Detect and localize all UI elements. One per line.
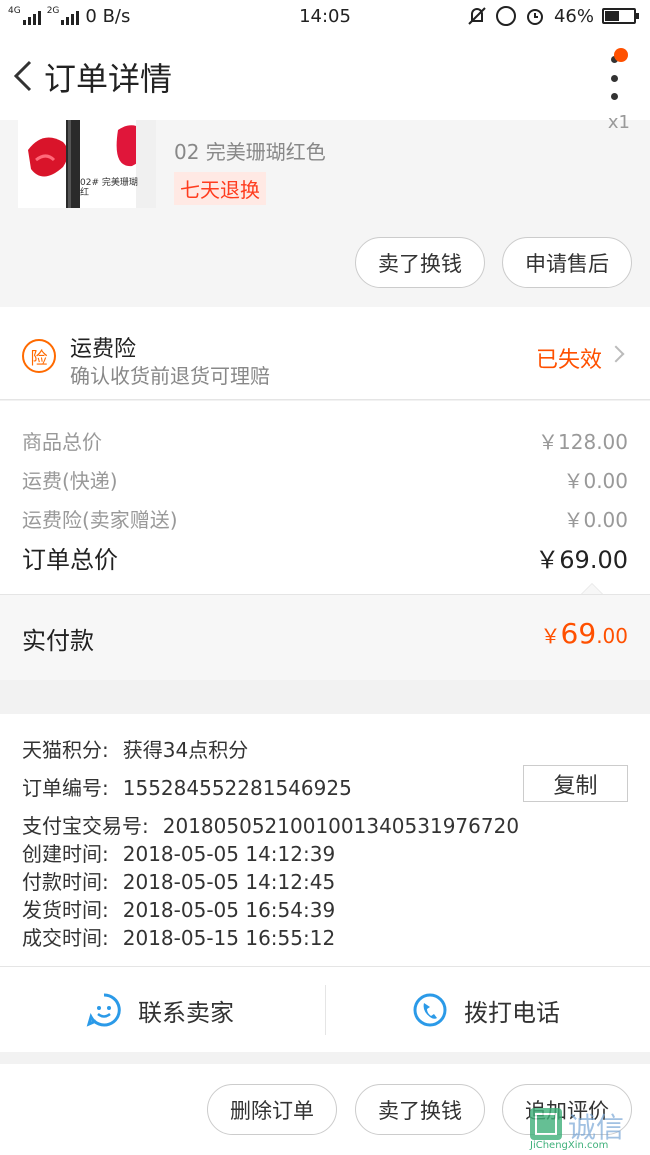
price-value: ￥0.00 bbox=[563, 468, 628, 493]
price-label: 商品总价 bbox=[22, 429, 102, 454]
price-value: ￥0.00 bbox=[563, 507, 628, 532]
alarm-icon bbox=[526, 9, 543, 25]
thumbnail-caption: 02# 完美珊瑚红 bbox=[80, 178, 138, 198]
mute-icon bbox=[468, 7, 486, 25]
notification-dot bbox=[614, 48, 628, 62]
info-label: 订单编号: bbox=[22, 776, 109, 800]
chat-face-icon bbox=[86, 993, 121, 1027]
info-row-completed: 成交时间: 2018-05-15 16:55:12 bbox=[22, 922, 335, 951]
delete-order-button[interactable]: 删除订单 bbox=[207, 1084, 337, 1135]
call-phone-label: 拨打电话 bbox=[464, 998, 560, 1027]
amount-integer: 69 bbox=[560, 617, 597, 650]
price-label: 运费险(卖家赠送) bbox=[22, 507, 178, 532]
info-value: 获得34点积分 bbox=[122, 738, 249, 762]
info-value: 2018050521001001340531976720 bbox=[162, 814, 520, 838]
info-value: 1552845522815469​25 bbox=[122, 776, 352, 800]
info-label: 创建时间: bbox=[22, 842, 109, 866]
contact-seller-button[interactable]: 联系卖家 bbox=[86, 967, 234, 1053]
info-label: 支付宝交易号: bbox=[22, 814, 149, 838]
site-watermark: 诚信 JiChengXin.com bbox=[528, 1106, 646, 1152]
product-quantity: x1 bbox=[607, 112, 630, 133]
price-summary: 商品总价 ￥128.00 运费(快递) ￥0.00 运费险(卖家赠送) ￥0.0… bbox=[0, 401, 650, 595]
status-bar: 4G 2G 0 B/s 14:05 46% bbox=[0, 0, 650, 34]
return-policy-tag: 七天退换 bbox=[174, 172, 266, 205]
actual-payment-label: 实付款 bbox=[22, 627, 94, 655]
info-row-alipay-number: 支付宝交易号: 2018050521001001340531976720 bbox=[22, 810, 519, 839]
battery-percent: 46% bbox=[553, 5, 594, 27]
status-right: 46% bbox=[466, 5, 639, 27]
price-row: 运费险(卖家赠送) ￥0.00 bbox=[22, 503, 628, 533]
product-variant: 02 完美珊瑚红色 bbox=[174, 140, 326, 164]
call-phone-button[interactable]: 拨打电话 bbox=[412, 967, 560, 1053]
nav-bar: 订单详情 bbox=[0, 34, 650, 120]
amount-decimal: .00 bbox=[596, 624, 628, 648]
product-section: 02# 完美珊瑚红 02 完美珊瑚红色 七天退换 x1 卖了换钱 申请售后 bbox=[0, 112, 650, 307]
insurance-title: 运费险 bbox=[70, 337, 137, 362]
actual-payment-row: 实付款 ￥69.00 bbox=[0, 594, 650, 680]
watermark-logo-icon bbox=[530, 1108, 562, 1140]
order-total-label: 订单总价 bbox=[22, 545, 118, 574]
info-label: 天猫积分: bbox=[22, 738, 109, 762]
info-row-shipped: 发货时间: 2018-05-05 16:54:39 bbox=[22, 894, 335, 923]
price-row: 商品总价 ￥128.00 bbox=[22, 425, 628, 455]
insurance-icon: 险 bbox=[22, 339, 56, 373]
insurance-status: 已失效 bbox=[535, 348, 602, 373]
order-total-row: 订单总价 ￥69.00 bbox=[22, 542, 628, 574]
order-total-value: ￥69.00 bbox=[535, 545, 628, 574]
actual-payment-amount: ￥69.00 bbox=[541, 617, 628, 650]
more-menu-icon[interactable] bbox=[606, 56, 622, 100]
info-value: 2018-05-15 16:55:12 bbox=[122, 926, 336, 950]
product-thumbnail[interactable]: 02# 完美珊瑚红 bbox=[18, 120, 156, 208]
info-value: 2018-05-05 14:12:39 bbox=[122, 842, 336, 866]
chevron-right-icon bbox=[607, 345, 625, 363]
info-value: 2018-05-05 14:12:45 bbox=[122, 870, 336, 894]
watermark-url: JiChengXin.com bbox=[530, 1140, 609, 1151]
info-label: 付款时间: bbox=[22, 870, 109, 894]
info-label: 发货时间: bbox=[22, 898, 109, 922]
rotation-lock-icon bbox=[495, 6, 516, 26]
info-row-paid: 付款时间: 2018-05-05 14:12:45 bbox=[22, 866, 335, 895]
bottom-action-bar: 删除订单 卖了换钱 追加评价 诚信 JiChengXin.com bbox=[0, 1064, 650, 1155]
currency-symbol: ￥ bbox=[540, 624, 561, 648]
info-row-created: 创建时间: 2018-05-05 14:12:39 bbox=[22, 838, 335, 867]
order-info: 天猫积分: 获得34点积分 订单编号: 1552845522815469​25 复制… bbox=[0, 714, 650, 966]
price-label: 运费(快递) bbox=[22, 468, 118, 493]
info-row-points: 天猫积分: 获得34点积分 bbox=[22, 734, 248, 763]
back-arrow-icon[interactable] bbox=[10, 56, 40, 96]
price-value: ￥128.00 bbox=[538, 429, 628, 454]
copy-button[interactable]: 复制 bbox=[523, 765, 628, 802]
phone-icon bbox=[413, 993, 447, 1027]
contact-divider bbox=[325, 985, 326, 1035]
sell-for-cash-button-bottom[interactable]: 卖了换钱 bbox=[355, 1084, 485, 1135]
info-row-order-number: 订单编号: 1552845522815469​25 bbox=[22, 772, 352, 801]
insurance-subtitle: 确认收货前退货可理赔 bbox=[70, 364, 270, 388]
info-value: 2018-05-05 16:54:39 bbox=[122, 898, 336, 922]
info-label: 成交时间: bbox=[22, 926, 109, 950]
battery-icon bbox=[602, 8, 639, 24]
contact-seller-label: 联系卖家 bbox=[138, 998, 234, 1027]
sell-for-cash-button[interactable]: 卖了换钱 bbox=[355, 237, 485, 288]
price-row: 运费(快递) ￥0.00 bbox=[22, 464, 628, 494]
apply-after-sales-button[interactable]: 申请售后 bbox=[502, 237, 632, 288]
contact-bar: 联系卖家 拨打电话 bbox=[0, 966, 650, 1052]
shipping-insurance-row[interactable]: 险 运费险 确认收货前退货可理赔 已失效 bbox=[0, 307, 650, 400]
page-title: 订单详情 bbox=[44, 60, 173, 98]
